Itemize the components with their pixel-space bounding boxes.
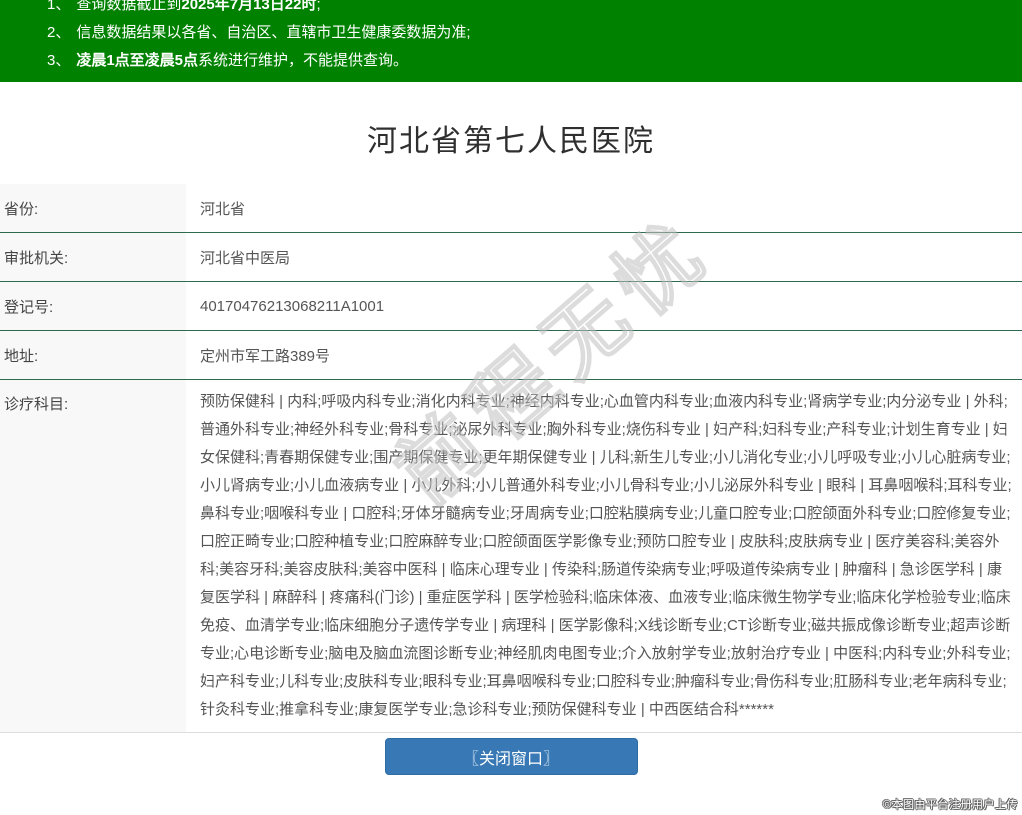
notice-line-3-tail: 系统进行维护，不能提供查询。 — [198, 52, 409, 69]
row-label-registration-number: 登记号: — [0, 282, 186, 330]
notice-line-1: 1、 查询数据截止到2025年7月13日22时; — [47, 0, 1022, 19]
hospital-info-table: 省份: 河北省 审批机关: 河北省中医局 登记号: 40170476213068… — [0, 184, 1022, 733]
notice-line-3-number: 3、 — [47, 52, 71, 69]
table-row-address: 地址: 定州市军工路389号 — [0, 331, 1022, 380]
table-row-medical-departments: 诊疗科目: 预防保健科 | 内科;呼吸内科专业;消化内科专业;神经内科专业;心血… — [0, 380, 1022, 733]
close-window-button[interactable]: 〖关闭窗口〗 — [384, 738, 638, 775]
notice-bar: 1、 查询数据截止到2025年7月13日22时; 2、 信息数据结果以各省、自治区、… — [0, 0, 1022, 82]
copyright-watermark: ©本图由平台注册用户上传 — [882, 799, 1018, 811]
notice-line-1-tail: ; — [316, 0, 321, 13]
table-row-province: 省份: 河北省 — [0, 184, 1022, 233]
row-value-medical-departments: 预防保健科 | 内科;呼吸内科专业;消化内科专业;神经内科专业;心血管内科专业;… — [200, 393, 1012, 718]
table-row-registration-number: 登记号: 40170476213068211A1001 — [0, 282, 1022, 331]
notice-line-1-text: 查询数据截止到 — [76, 0, 182, 13]
row-value-address: 定州市军工路389号 — [200, 347, 331, 365]
table-row-approval-authority: 审批机关: 河北省中医局 — [0, 233, 1022, 282]
row-value-province: 河北省 — [200, 200, 246, 218]
row-label-province: 省份: — [0, 184, 186, 232]
row-label-approval-authority: 审批机关: — [0, 233, 186, 281]
notice-line-1-bold: 2025年7月13日22时 — [181, 0, 317, 13]
page-title: 河北省第七人民医院 — [367, 125, 655, 158]
notice-line-2: 2、 信息数据结果以各省、自治区、直辖市卫生健康委数据为准; — [47, 19, 1022, 47]
notice-line-3: 3、 凌晨1点至凌晨5点系统进行维护，不能提供查询。 — [47, 47, 1022, 75]
button-row: 〖关闭窗口〗 — [0, 738, 1022, 775]
notice-line-1-number: 1、 — [47, 0, 71, 13]
row-label-medical-departments: 诊疗科目: — [0, 380, 186, 732]
row-value-registration-number: 40170476213068211A1001 — [200, 297, 385, 315]
row-label-address: 地址: — [0, 331, 186, 379]
notice-line-2-number: 2、 — [47, 24, 71, 41]
row-value-approval-authority: 河北省中医局 — [200, 249, 291, 267]
notice-line-3-bold: 凌晨1点至凌晨5点 — [76, 52, 199, 69]
notice-line-2-text: 信息数据结果以各省、自治区、直辖市卫生健康委数据为准; — [76, 24, 471, 41]
